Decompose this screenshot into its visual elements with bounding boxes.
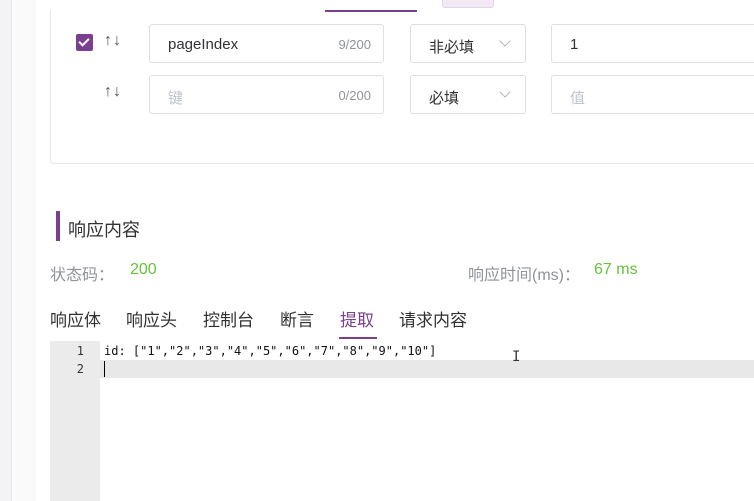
param-key-placeholder: 键	[168, 90, 184, 107]
param-value-placeholder: 值	[570, 90, 586, 107]
sort-arrows-icon[interactable]: ↑↓	[104, 83, 122, 101]
ibeam-cursor-icon: I	[512, 349, 521, 365]
tab-console[interactable]: 控制台	[203, 306, 254, 331]
param-value: 1	[570, 36, 579, 53]
line-number: 1	[76, 344, 84, 358]
required-select[interactable]: 必填	[410, 75, 526, 114]
top-tab-button[interactable]	[442, 0, 494, 8]
param-key-input[interactable]: pageIndex 9/200	[149, 24, 384, 63]
response-time-label: 响应时间(ms)：	[468, 267, 580, 284]
param-value-input[interactable]: 值	[551, 75, 754, 114]
char-count: 9/200	[338, 37, 371, 52]
sort-arrows-icon[interactable]: ↑↓	[104, 32, 122, 50]
section-accent-bar	[56, 211, 60, 241]
section-title: 响应内容	[68, 220, 140, 240]
required-select-value: 非必填	[429, 39, 475, 56]
code-line[interactable]: id: ["1","2","3","4","5","6","7","8","9"…	[104, 344, 436, 358]
status-code-value: 200	[130, 261, 157, 278]
code-editor[interactable]: 1 2 id: ["1","2","3","4","5","6","7","8"…	[50, 341, 754, 501]
tab-extract[interactable]: 提取	[340, 306, 374, 331]
param-key-input[interactable]: 键 0/200	[149, 75, 384, 114]
char-count: 0/200	[338, 88, 371, 103]
chevron-down-icon	[499, 35, 511, 47]
tab-response-headers[interactable]: 响应头	[126, 306, 177, 331]
app-sidebar-rail	[0, 0, 12, 501]
required-select-value: 必填	[429, 90, 460, 107]
tab-response-body[interactable]: 响应体	[50, 306, 101, 331]
params-panel: ↑↓ pageIndex 9/200 非必填 1 ↑↓ 键 0/200 必填 值	[50, 10, 754, 164]
text-caret	[104, 361, 105, 377]
param-key-value: pageIndex	[168, 36, 239, 53]
status-code-label: 状态码：	[50, 267, 115, 284]
active-tab-underline	[339, 337, 377, 339]
param-row: ↑↓ 键 0/200 必填 值	[51, 75, 754, 115]
response-time-value: 67 ms	[594, 261, 638, 278]
required-select[interactable]: 非必填	[410, 24, 526, 63]
tab-request-content[interactable]: 请求内容	[399, 306, 467, 331]
param-value-input[interactable]: 1	[551, 24, 754, 63]
sidebar-edge	[12, 0, 36, 501]
param-enable-checkbox[interactable]	[76, 34, 93, 51]
param-row: ↑↓ pageIndex 9/200 非必填 1	[51, 24, 754, 64]
line-number: 2	[76, 362, 84, 376]
chevron-down-icon	[499, 86, 511, 98]
tab-assertions[interactable]: 断言	[280, 306, 314, 331]
active-line-highlight	[50, 360, 754, 378]
